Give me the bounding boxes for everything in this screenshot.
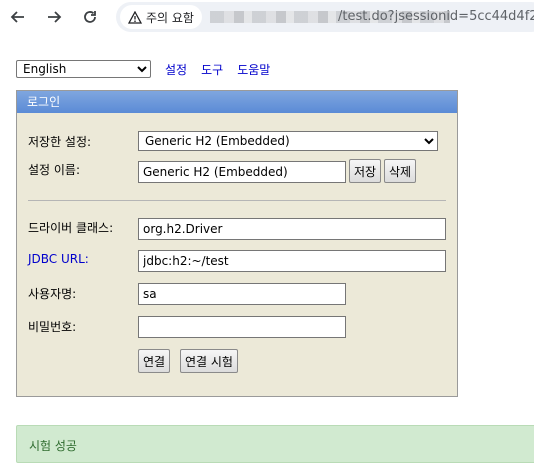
jdbc-url-label[interactable]: JDBC URL: (28, 252, 89, 266)
setting-name-label: 설정 이름: (28, 163, 81, 177)
driver-class-input[interactable] (138, 218, 446, 240)
test-connection-button[interactable]: 연결 시험 (180, 349, 238, 373)
browser-toolbar: 주의 요함 /test.do?jsessionid=5cc44d4f25c (0, 0, 534, 34)
username-input[interactable] (138, 283, 346, 305)
connect-button[interactable]: 연결 (138, 349, 171, 373)
password-input[interactable] (138, 316, 346, 338)
driver-class-label: 드라이버 클래스: (28, 221, 114, 235)
link-tools[interactable]: 도구 (201, 61, 223, 78)
username-label: 사용자명: (28, 287, 77, 301)
login-header: 로그인 (17, 91, 457, 113)
link-settings[interactable]: 설정 (165, 61, 187, 78)
forward-arrow-icon (48, 11, 62, 23)
site-info-chip[interactable]: 주의 요함 (120, 5, 202, 29)
password-label: 비밀번호: (28, 320, 77, 334)
jdbc-url-input[interactable] (138, 250, 446, 272)
top-controls: English 설정 도구 도움말 (16, 60, 270, 78)
back-button[interactable] (6, 5, 30, 29)
divider (28, 200, 446, 201)
url-text: /test.do?jsessionid=5cc44d4f25c (338, 9, 534, 24)
language-select[interactable]: English (16, 60, 151, 78)
delete-button[interactable]: 삭제 (384, 159, 417, 183)
reload-icon (84, 11, 96, 23)
back-arrow-icon (10, 11, 24, 23)
address-bar[interactable]: 주의 요함 /test.do?jsessionid=5cc44d4f25c (116, 2, 534, 32)
login-panel: 로그인 저장한 설정: Generic H2 (Embedded) 설정 이름:… (16, 90, 458, 397)
warning-icon (128, 10, 142, 24)
link-help[interactable]: 도움말 (237, 61, 270, 78)
site-warning-text: 주의 요함 (146, 10, 194, 25)
save-button[interactable]: 저장 (349, 159, 382, 183)
forward-button[interactable] (42, 5, 66, 29)
status-message: 시험 성공 (29, 439, 77, 453)
setting-name-input[interactable] (138, 161, 346, 183)
saved-settings-label: 저장한 설정: (28, 135, 92, 149)
saved-settings-select[interactable]: Generic H2 (Embedded) (138, 131, 438, 151)
status-message-box: 시험 성공 (16, 425, 534, 463)
reload-button[interactable] (78, 5, 102, 29)
